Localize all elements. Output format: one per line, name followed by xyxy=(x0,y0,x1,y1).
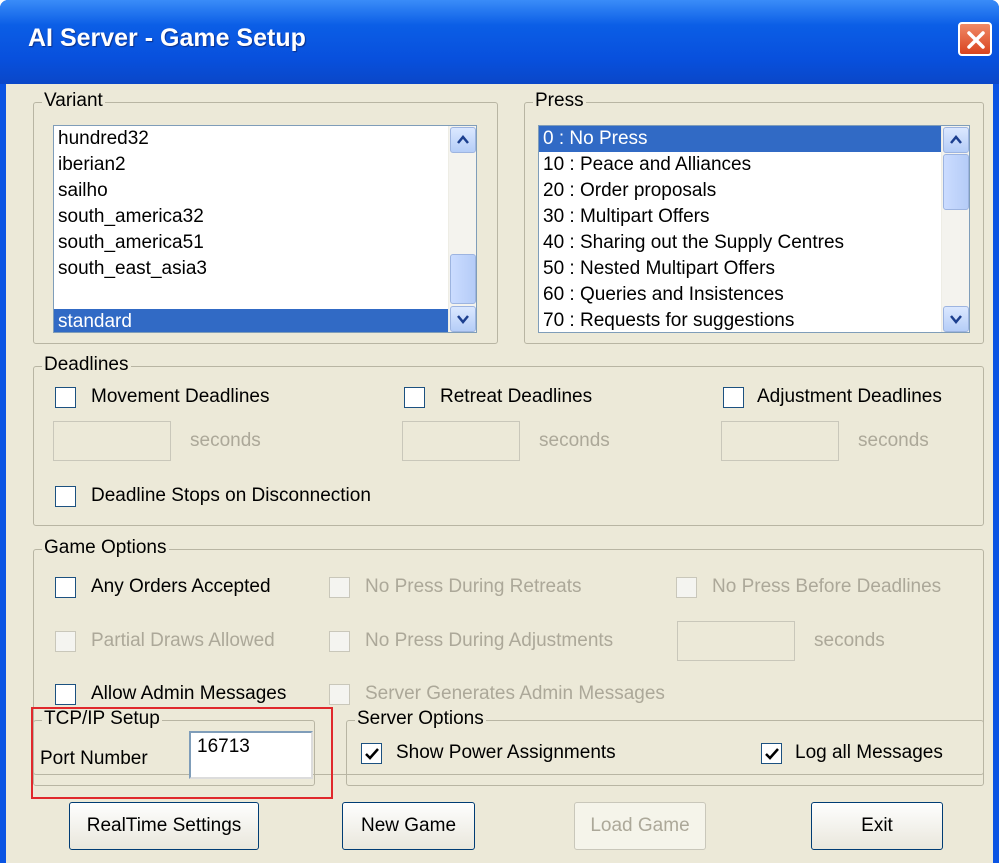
variant-item[interactable]: iberian2 xyxy=(54,152,448,178)
log-all-checkbox[interactable] xyxy=(761,743,782,764)
no-press-before-deadlines-checkbox[interactable] xyxy=(676,577,697,598)
realtime-settings-button[interactable]: RealTime Settings xyxy=(69,802,259,850)
variant-scroll-thumb[interactable] xyxy=(450,254,476,304)
checkmark-icon xyxy=(765,748,779,760)
partial-draws-label[interactable]: Partial Draws Allowed xyxy=(91,629,275,653)
server-options-group: Server Options Show Power Assignments Lo… xyxy=(346,709,984,786)
variant-group-label: Variant xyxy=(42,90,105,111)
retreat-seconds-field[interactable] xyxy=(402,421,520,461)
deadline-stops-label[interactable]: Deadline Stops on Disconnection xyxy=(91,484,371,508)
press-scrollbar[interactable] xyxy=(941,126,969,332)
press-item[interactable]: 70 : Requests for suggestions xyxy=(539,308,941,332)
variant-item[interactable]: hundred32 xyxy=(54,126,448,152)
deadline-stops-checkbox[interactable] xyxy=(55,486,76,507)
any-orders-label[interactable]: Any Orders Accepted xyxy=(91,575,271,599)
show-power-label[interactable]: Show Power Assignments xyxy=(396,741,616,765)
adjustment-seconds-unit: seconds xyxy=(858,430,929,451)
window-title: AI Server - Game Setup xyxy=(28,24,306,52)
arrow-down-icon xyxy=(950,315,962,324)
variant-item[interactable]: sailho xyxy=(54,178,448,204)
load-game-button[interactable]: Load Game xyxy=(574,802,706,850)
allow-admin-label[interactable]: Allow Admin Messages xyxy=(91,682,286,706)
checkmark-icon xyxy=(365,748,379,760)
exit-button[interactable]: Exit xyxy=(811,802,943,850)
deadlines-group-label: Deadlines xyxy=(42,354,131,375)
title-bar[interactable]: AI Server - Game Setup xyxy=(0,0,999,84)
log-all-label[interactable]: Log all Messages xyxy=(795,741,943,765)
press-scroll-down-button[interactable] xyxy=(943,306,969,332)
press-item[interactable]: 50 : Nested Multipart Offers xyxy=(539,256,941,282)
tcpip-highlight-box xyxy=(31,707,333,799)
close-button[interactable] xyxy=(958,22,992,56)
movement-seconds-field[interactable] xyxy=(53,421,171,461)
variant-scroll-up-button[interactable] xyxy=(450,127,476,153)
variant-group: Variant hundred32 iberian2 sailho south_… xyxy=(33,91,498,344)
press-group: Press 0 : No Press 10 : Peace and Allian… xyxy=(524,91,984,344)
variant-listbox[interactable]: hundred32 iberian2 sailho south_america3… xyxy=(53,125,477,333)
deadlines-group: Deadlines Movement Deadlines Retreat Dea… xyxy=(33,355,984,526)
adjustment-deadlines-label[interactable]: Adjustment Deadlines xyxy=(757,385,942,409)
press-item[interactable]: 10 : Peace and Alliances xyxy=(539,152,941,178)
no-press-retreats-checkbox[interactable] xyxy=(329,577,350,598)
movement-deadlines-label[interactable]: Movement Deadlines xyxy=(91,385,269,409)
variant-item[interactable]: south_america32 xyxy=(54,204,448,230)
retreat-deadlines-label[interactable]: Retreat Deadlines xyxy=(440,385,592,409)
retreat-seconds-unit: seconds xyxy=(539,430,610,451)
retreat-deadlines-checkbox[interactable] xyxy=(404,387,425,408)
press-item-selected[interactable]: 0 : No Press xyxy=(539,126,941,152)
press-group-label: Press xyxy=(533,90,586,111)
no-press-before-deadlines-label[interactable]: No Press Before Deadlines xyxy=(712,575,941,599)
press-scroll-thumb[interactable] xyxy=(943,154,969,210)
arrow-up-icon xyxy=(950,135,962,144)
press-listbox[interactable]: 0 : No Press 10 : Peace and Alliances 20… xyxy=(538,125,970,333)
arrow-down-icon xyxy=(457,315,469,324)
no-press-adjustments-checkbox[interactable] xyxy=(329,631,350,652)
server-admin-checkbox[interactable] xyxy=(329,684,350,705)
new-game-button[interactable]: New Game xyxy=(342,802,475,850)
press-scroll-up-button[interactable] xyxy=(943,127,969,153)
before-deadline-seconds-unit: seconds xyxy=(814,630,885,651)
press-item[interactable]: 20 : Order proposals xyxy=(539,178,941,204)
close-icon xyxy=(967,31,985,49)
before-deadline-seconds-field[interactable] xyxy=(677,621,795,661)
arrow-up-icon xyxy=(457,135,469,144)
press-item[interactable]: 40 : Sharing out the Supply Centres xyxy=(539,230,941,256)
press-item[interactable]: 60 : Queries and Insistences xyxy=(539,282,941,308)
any-orders-checkbox[interactable] xyxy=(55,577,76,598)
adjustment-deadlines-checkbox[interactable] xyxy=(723,387,744,408)
no-press-retreats-label[interactable]: No Press During Retreats xyxy=(365,575,581,599)
variant-item[interactable]: south_america51 xyxy=(54,230,448,256)
press-item[interactable]: 30 : Multipart Offers xyxy=(539,204,941,230)
allow-admin-checkbox[interactable] xyxy=(55,684,76,705)
dialog-window: AI Server - Game Setup Variant hundred32… xyxy=(0,0,999,863)
movement-deadlines-checkbox[interactable] xyxy=(55,387,76,408)
movement-seconds-unit: seconds xyxy=(190,430,261,451)
variant-item[interactable]: south_east_asia3 xyxy=(54,256,448,282)
variant-item-selected[interactable]: standard xyxy=(54,309,448,332)
show-power-checkbox[interactable] xyxy=(361,743,382,764)
server-options-group-label: Server Options xyxy=(355,708,486,729)
partial-draws-checkbox[interactable] xyxy=(55,631,76,652)
server-admin-label[interactable]: Server Generates Admin Messages xyxy=(365,682,665,706)
game-options-group-label: Game Options xyxy=(42,537,169,558)
variant-scroll-down-button[interactable] xyxy=(450,306,476,332)
variant-scrollbar[interactable] xyxy=(448,126,476,332)
no-press-adjustments-label[interactable]: No Press During Adjustments xyxy=(365,629,613,653)
adjustment-seconds-field[interactable] xyxy=(721,421,839,461)
